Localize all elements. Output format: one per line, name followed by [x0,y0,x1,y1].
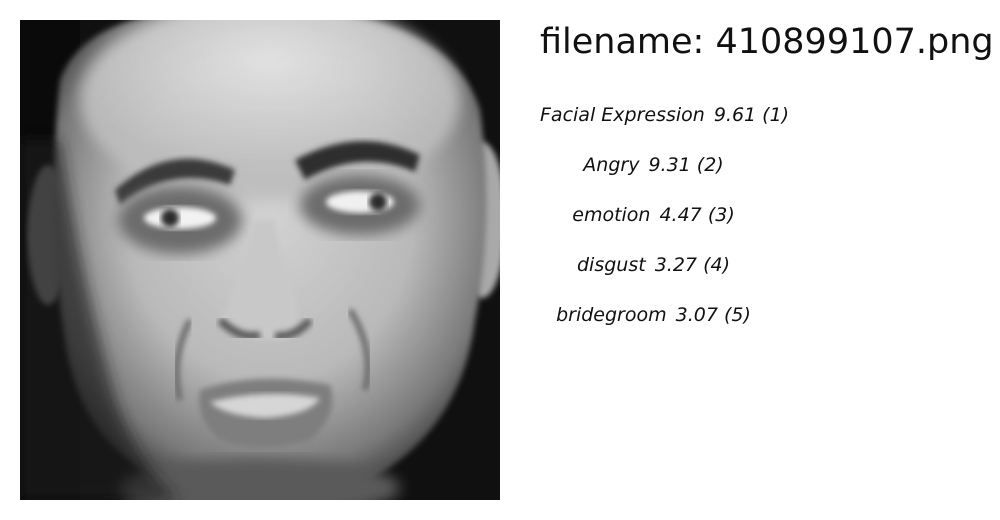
label-name: Angry [583,154,640,176]
label-name: disgust [577,254,646,276]
face-illustration [20,20,500,500]
label-item: emotion 4.47 (3) [540,200,767,250]
label-rank: (3) [707,204,735,226]
label-score: 9.61 [713,104,757,126]
label-name: emotion [572,204,651,226]
label-score: 4.47 [659,204,702,226]
label-item: disgust 3.27 (4) [540,250,767,300]
label-score: 9.31 [648,154,691,176]
label-item: bridegroom 3.07 (5) [540,300,767,350]
label-item: Facial Expression 9.61 (1) [540,100,789,150]
label-name: bridegroom [556,304,667,326]
label-rank: (1) [762,104,790,126]
label-score: 3.27 [654,254,698,276]
filename-title: filename: 410899107.png [540,22,994,62]
label-item: Angry 9.31 (2) [540,150,767,200]
label-rank: (5) [723,304,751,326]
label-rank: (4) [703,254,730,276]
face-photo [20,20,500,500]
label-score: 3.07 [675,304,718,326]
label-rank: (2) [696,154,724,176]
label-list: Facial Expression 9.61 (1) Angry 9.31 (2) … [540,100,970,350]
label-name: Facial Expression [540,104,705,126]
page: filename: 410899107.png Facial Expressio… [0,0,1000,520]
